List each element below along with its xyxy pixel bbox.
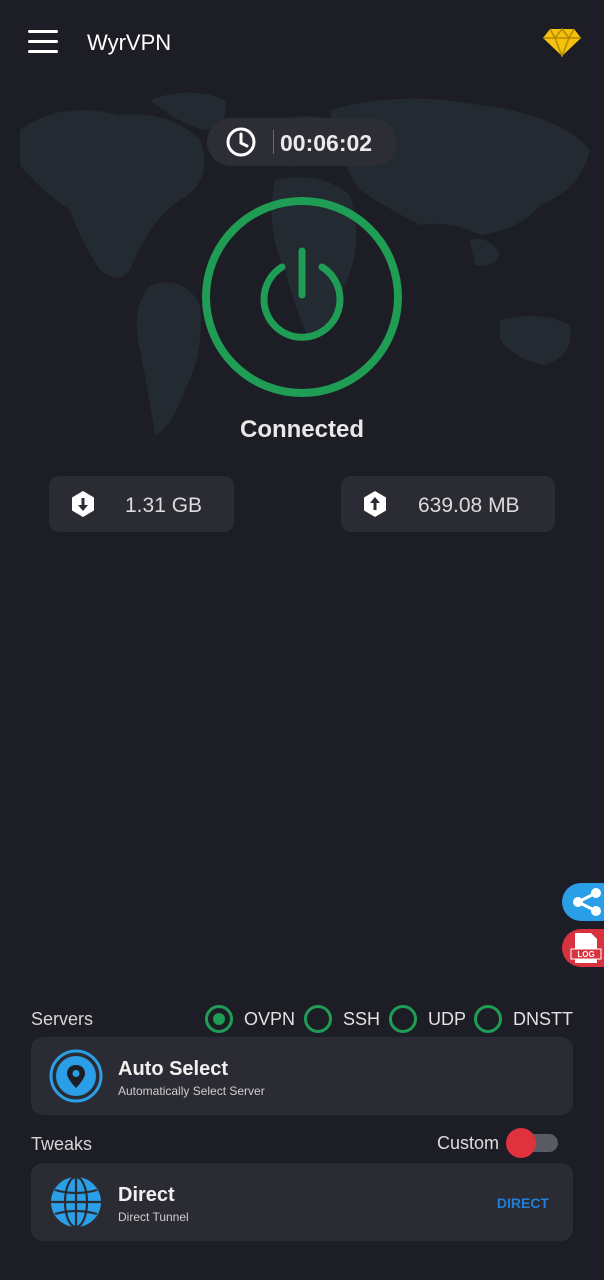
download-icon	[72, 491, 94, 517]
radio-unselected-icon	[389, 1005, 417, 1033]
diamond-icon[interactable]	[542, 27, 582, 57]
protocol-option-ssh[interactable]: SSH	[304, 1004, 380, 1034]
protocol-label: UDP	[428, 1008, 467, 1029]
globe-icon	[51, 1175, 101, 1229]
protocol-option-ovpn[interactable]: OVPN	[205, 1004, 295, 1034]
power-button[interactable]	[200, 195, 404, 399]
server-name: Auto Select	[118, 1058, 229, 1080]
tweak-description: Direct Tunnel	[118, 1210, 189, 1224]
tweaks-section-label: Tweaks	[31, 1134, 93, 1154]
hamburger-menu-icon[interactable]	[28, 30, 58, 54]
timer-divider	[273, 130, 274, 154]
clock-icon	[226, 127, 256, 157]
radio-unselected-icon	[304, 1005, 332, 1033]
log-file-icon: LOG	[570, 933, 602, 963]
protocol-label: SSH	[343, 1008, 381, 1029]
share-icon	[573, 888, 601, 916]
protocol-label: DNSTT	[513, 1008, 573, 1029]
radio-unselected-icon	[474, 1005, 502, 1033]
servers-section-label: Servers	[31, 1009, 94, 1029]
toggle-thumb	[506, 1128, 536, 1158]
log-button[interactable]: LOG	[562, 929, 604, 967]
download-stat-card: 1.31 GB	[49, 476, 234, 532]
elapsed-time: 00:06:02	[280, 130, 373, 156]
radio-selected-icon	[205, 1005, 233, 1033]
power-icon	[260, 247, 344, 341]
upload-icon	[364, 491, 386, 517]
tweak-select-card[interactable]: Direct Direct Tunnel DIRECT	[31, 1163, 573, 1241]
custom-toggle-label: Custom	[437, 1133, 500, 1153]
protocol-option-dnstt[interactable]: DNSTT	[474, 1004, 573, 1034]
upload-stat-card: 639.08 MB	[341, 476, 555, 532]
share-button[interactable]	[562, 883, 604, 921]
download-amount: 1.31 GB	[125, 494, 203, 517]
custom-toggle[interactable]	[506, 1128, 558, 1158]
top-app-bar: WyrVPN	[0, 0, 604, 86]
tweak-mode-tag: DIRECT	[496, 1195, 549, 1211]
log-label: LOG	[577, 950, 594, 959]
app-title: WyrVPN	[87, 30, 172, 55]
tweak-name: Direct	[118, 1184, 175, 1206]
connection-timer: 00:06:02	[207, 118, 397, 166]
server-select-card[interactable]: Auto Select Automatically Select Server	[31, 1037, 573, 1115]
protocol-label: OVPN	[244, 1008, 296, 1029]
upload-amount: 639.08 MB	[418, 494, 520, 517]
location-pin-icon	[49, 1049, 103, 1103]
server-description: Automatically Select Server	[118, 1084, 265, 1098]
connection-status: Connected	[239, 416, 364, 443]
protocol-option-udp[interactable]: UDP	[389, 1004, 466, 1034]
